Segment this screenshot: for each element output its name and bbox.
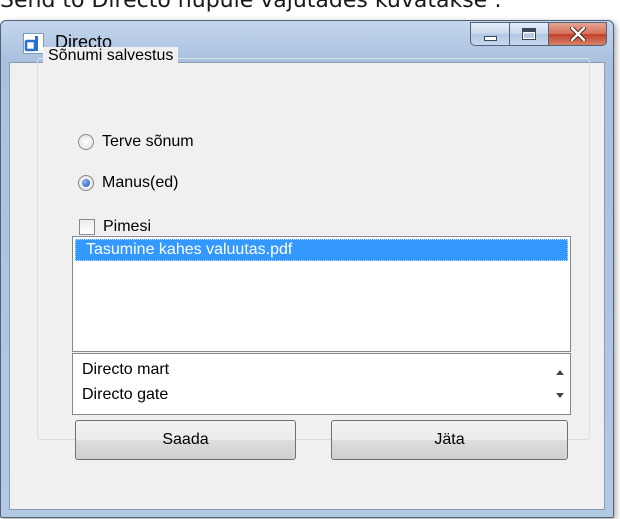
maximize-button[interactable] (509, 22, 548, 46)
radio-attachments[interactable]: Manus(ed) (78, 174, 178, 192)
page-caption: Send to Directo nupule vajutades kuvatak… (0, 0, 502, 13)
send-button[interactable]: Saada (75, 420, 296, 460)
radio-label: Terve sõnum (102, 133, 194, 150)
list-item[interactable]: Directo mart (82, 361, 169, 379)
directo-logo-icon (23, 33, 44, 54)
window-controls (470, 22, 607, 46)
radio-label: Manus(ed) (102, 174, 179, 191)
checkbox-label: Pimesi (103, 218, 152, 235)
checkbox-box[interactable] (79, 219, 95, 235)
minimize-button[interactable] (470, 22, 509, 46)
cancel-button[interactable]: Jäta (331, 420, 568, 460)
close-button[interactable] (548, 22, 607, 46)
attachments-list[interactable]: Tasumine kahes valuutas.pdf (72, 236, 571, 352)
checkbox-blind[interactable]: Pimesi (79, 218, 151, 236)
minimize-icon (483, 35, 497, 41)
scroll-up-icon[interactable] (556, 370, 564, 375)
destination-list[interactable]: Directo mart Directo gate (72, 353, 571, 415)
radio-button[interactable] (78, 134, 94, 150)
list-scrollbar[interactable] (550, 354, 570, 414)
list-item[interactable]: Tasumine kahes valuutas.pdf (75, 239, 568, 261)
maximize-icon (522, 28, 536, 40)
radio-whole-message[interactable]: Terve sõnum (78, 133, 194, 151)
scroll-down-icon[interactable] (556, 393, 564, 398)
radio-button-checked[interactable] (78, 175, 94, 191)
list-item[interactable]: Directo gate (82, 386, 168, 404)
close-icon (569, 27, 586, 41)
group-title: Sõnumi salvestus (43, 47, 179, 65)
